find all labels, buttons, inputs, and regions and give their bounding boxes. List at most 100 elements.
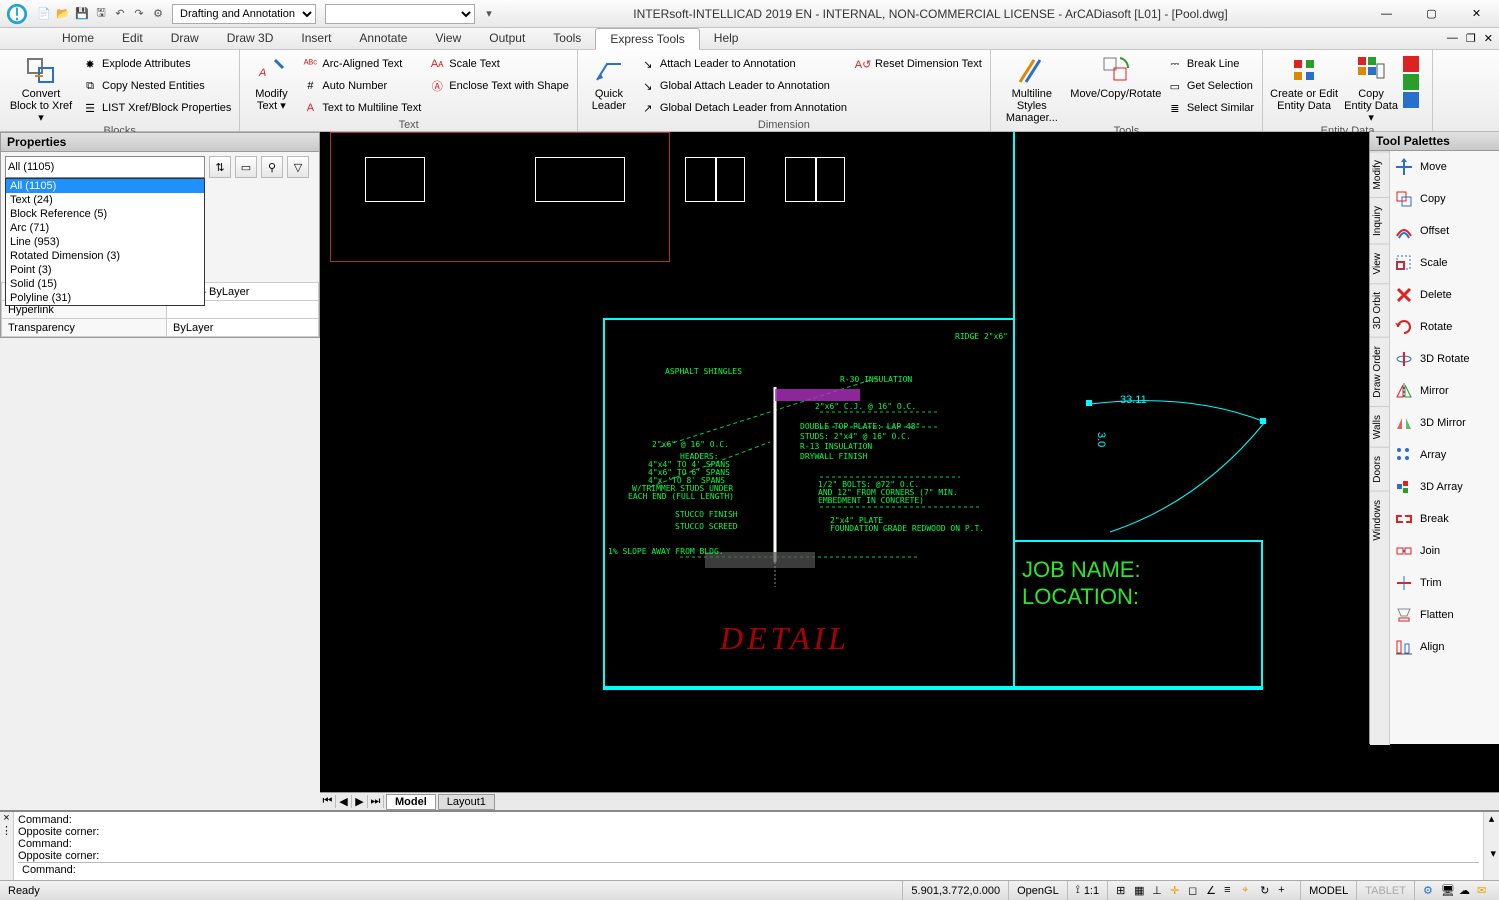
cmd-scrollbar[interactable]: ▴ ▾ xyxy=(1483,812,1499,880)
close-button[interactable]: ✕ xyxy=(1454,0,1499,28)
ortho-toggle-icon[interactable]: ⊥ xyxy=(1152,884,1166,898)
mdi-close-icon[interactable]: ✕ xyxy=(1484,32,1493,45)
mdi-restore-icon[interactable]: ❐ xyxy=(1466,32,1476,45)
mdi-minimize-icon[interactable]: — xyxy=(1447,32,1458,45)
tab-express-tools[interactable]: Express Tools xyxy=(595,28,699,50)
properties-filter-option[interactable]: Rotated Dimension (3) xyxy=(6,249,204,263)
cloud-tray-icon[interactable]: ☁ xyxy=(1459,884,1473,898)
palette-tab-windows[interactable]: Windows xyxy=(1370,491,1389,549)
properties-filter-option[interactable]: Line (953) xyxy=(6,235,204,249)
saveall-icon[interactable]: 🖫 xyxy=(93,6,109,22)
tool-offset[interactable]: Offset xyxy=(1390,215,1499,247)
properties-filter-option[interactable]: Text (24) xyxy=(6,193,204,207)
status-annoscale[interactable]: ⟟ 1:1 xyxy=(1067,881,1107,900)
palette-tab-draw-order[interactable]: Draw Order xyxy=(1370,337,1389,406)
model-tab[interactable]: Model xyxy=(386,794,436,810)
list-xref-block-properties-button[interactable]: ☰LIST Xref/Block Properties xyxy=(80,98,233,118)
workspace-gear-icon[interactable]: ⚙ xyxy=(150,6,166,22)
arc-aligned-text-button[interactable]: ᴬᴮᶜArc-Aligned Text xyxy=(300,54,423,74)
status-coords[interactable]: 5.901,3.772,0.000 xyxy=(902,881,1008,900)
status-tablet[interactable]: TABLET xyxy=(1356,881,1414,900)
palette-tab-view[interactable]: View xyxy=(1370,244,1389,283)
properties-filter-option[interactable]: Block Reference (5) xyxy=(6,207,204,221)
properties-filter-dropdown[interactable]: All (1105)Text (24)Block Reference (5)Ar… xyxy=(5,178,205,306)
palette-tab-modify[interactable]: Modify xyxy=(1370,151,1389,197)
osnap-toggle-icon[interactable]: ◻ xyxy=(1188,884,1202,898)
attach-leader-button[interactable]: ↘Attach Leader to Annotation xyxy=(638,54,849,74)
convert-block-to-xref-button[interactable]: ConvertBlock to Xref ▾ xyxy=(6,52,76,124)
tab-draw-3d[interactable]: Draw 3D xyxy=(213,28,288,50)
cmd-close-icon[interactable]: × xyxy=(3,812,9,824)
workspace-secondary-dropdown[interactable] xyxy=(325,4,475,24)
move-copy-rotate-button[interactable]: Move/Copy/Rotate xyxy=(1071,52,1161,100)
polar-toggle-icon[interactable]: ✛ xyxy=(1170,884,1184,898)
plus-toggle-icon[interactable]: + xyxy=(1278,884,1292,898)
status-model[interactable]: MODEL xyxy=(1300,881,1356,900)
drawing-canvas[interactable]: 33.11 3.0 JOB NAME: LOCATION: DETAIL ASP… xyxy=(320,132,1499,792)
minimize-button[interactable]: — xyxy=(1364,0,1409,28)
tool-copy[interactable]: Copy xyxy=(1390,183,1499,215)
entity-extra-icon-2[interactable] xyxy=(1403,74,1419,90)
tab-help[interactable]: Help xyxy=(700,28,753,50)
tab-draw[interactable]: Draw xyxy=(157,28,213,50)
global-detach-leader-button[interactable]: ↗Global Detach Leader from Annotation xyxy=(638,98,849,118)
snap-toggle-icon[interactable]: ⊞ xyxy=(1116,884,1130,898)
settings-tray-icon[interactable]: ⚙ xyxy=(1423,884,1437,898)
properties-toggle-pickadd-icon[interactable]: ⇅ xyxy=(209,156,231,178)
palette-tab-inquiry[interactable]: Inquiry xyxy=(1370,197,1389,244)
tool-move[interactable]: Move xyxy=(1390,151,1499,183)
properties-filter-option[interactable]: Solid (15) xyxy=(6,277,204,291)
workspace-dropdown[interactable]: Drafting and Annotation xyxy=(172,4,316,24)
tab-annotate[interactable]: Annotate xyxy=(345,28,421,50)
tool-palettes-title[interactable]: Tool Palettes xyxy=(1370,132,1499,151)
palette-tab-doors[interactable]: Doors xyxy=(1370,447,1389,491)
tab-nav-next-icon[interactable]: ▶ xyxy=(352,795,368,808)
tool-break[interactable]: Break xyxy=(1390,503,1499,535)
status-opengl[interactable]: OpenGL xyxy=(1008,881,1067,900)
tab-insert[interactable]: Insert xyxy=(287,28,345,50)
tool-3d-array[interactable]: 3D Array xyxy=(1390,471,1499,503)
palette-tab-walls[interactable]: Walls xyxy=(1370,406,1389,447)
tool-join[interactable]: Join xyxy=(1390,535,1499,567)
maximize-button[interactable]: ▢ xyxy=(1409,0,1454,28)
properties-title[interactable]: Properties xyxy=(1,133,319,152)
tab-view[interactable]: View xyxy=(421,28,475,50)
tool-flatten[interactable]: Flatten xyxy=(1390,599,1499,631)
enclose-text-button[interactable]: ⒶEnclose Text with Shape xyxy=(427,76,571,96)
tool-trim[interactable]: Trim xyxy=(1390,567,1499,599)
undo-icon[interactable]: ↶ xyxy=(112,6,128,22)
scale-text-button[interactable]: AᴀScale Text xyxy=(427,54,571,74)
dyn-toggle-icon[interactable]: ⌖ xyxy=(1242,884,1256,898)
grid-toggle-icon[interactable]: ▦ xyxy=(1134,884,1148,898)
save-icon[interactable]: 💾 xyxy=(74,6,90,22)
tool-delete[interactable]: Delete xyxy=(1390,279,1499,311)
app-menu-button[interactable] xyxy=(0,0,34,28)
properties-filter-icon[interactable]: ▽ xyxy=(287,156,309,178)
tool-rotate[interactable]: Rotate xyxy=(1390,311,1499,343)
auto-number-button[interactable]: #Auto Number xyxy=(300,76,423,96)
tab-nav-prev-icon[interactable]: ◀ xyxy=(336,795,352,808)
properties-filter-option[interactable]: All (1105) xyxy=(6,179,204,193)
entity-extra-icon-1[interactable] xyxy=(1403,56,1419,72)
lwt-toggle-icon[interactable]: ≡ xyxy=(1224,884,1238,898)
tool-scale[interactable]: Scale xyxy=(1390,247,1499,279)
tool-mirror[interactable]: Mirror xyxy=(1390,375,1499,407)
copy-entity-data-button[interactable]: CopyEntity Data ▾ xyxy=(1343,52,1399,124)
cmd-prompt[interactable]: Command: xyxy=(18,862,1479,877)
get-selection-button[interactable]: ▭Get Selection xyxy=(1165,76,1256,96)
properties-quick-select-icon[interactable]: ⚲ xyxy=(261,156,283,178)
quick-leader-button[interactable]: QuickLeader xyxy=(584,52,634,112)
open-icon[interactable]: 📂 xyxy=(55,6,71,22)
cmd-grip-icon[interactable]: ⋮ xyxy=(1,824,12,837)
properties-filter-option[interactable]: Polyline (31) xyxy=(6,291,204,305)
otrack-toggle-icon[interactable]: ∠ xyxy=(1206,884,1220,898)
global-attach-leader-button[interactable]: ↘Global Attach Leader to Annotation xyxy=(638,76,849,96)
tool-array[interactable]: Array xyxy=(1390,439,1499,471)
tool-align[interactable]: Align xyxy=(1390,631,1499,663)
copy-nested-entities-button[interactable]: ⧉Copy Nested Entities xyxy=(80,76,233,96)
reset-dimension-text-button[interactable]: A↺Reset Dimension Text xyxy=(853,54,984,74)
tab-tools[interactable]: Tools xyxy=(539,28,595,50)
layout1-tab[interactable]: Layout1 xyxy=(438,794,495,810)
tab-home[interactable]: Home xyxy=(48,28,108,50)
mail-tray-icon[interactable]: ✉ xyxy=(1477,884,1491,898)
